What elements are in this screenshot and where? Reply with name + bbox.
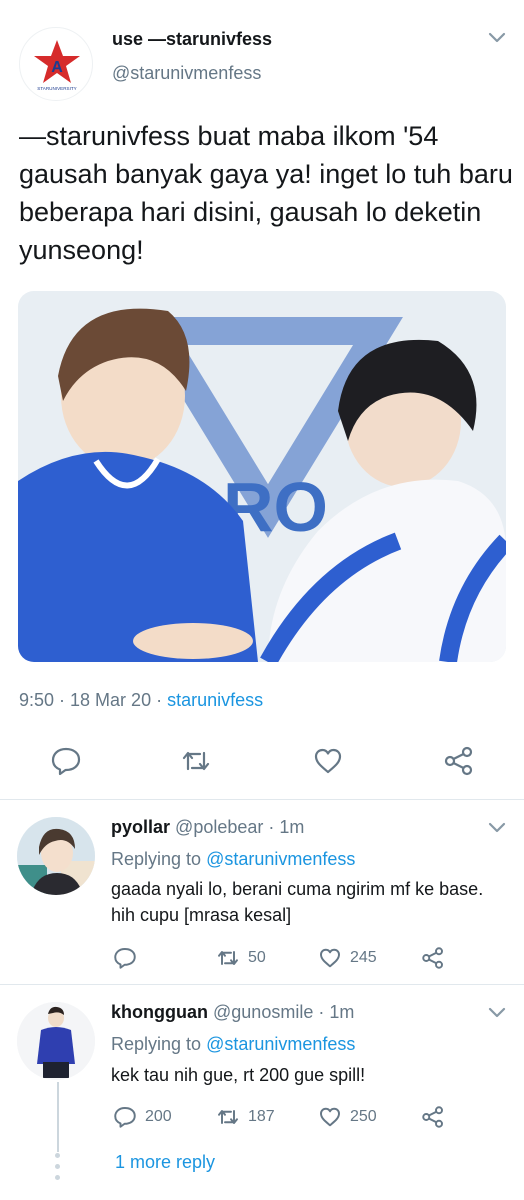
retweet-count: 50 bbox=[248, 949, 266, 966]
avatar[interactable] bbox=[17, 1002, 95, 1080]
replying-to: Replying to @starunivmenfess bbox=[111, 849, 355, 870]
retweet-icon[interactable] bbox=[180, 745, 212, 777]
share-icon[interactable] bbox=[443, 745, 475, 777]
tweet-source-link[interactable]: starunivfess bbox=[167, 690, 263, 710]
replying-to: Replying to @starunivmenfess bbox=[111, 1034, 355, 1055]
reply-tweet[interactable]: khongguan @gunosmile · 1m Replying to @s… bbox=[0, 985, 524, 1200]
reply-header: khongguan @gunosmile · 1m bbox=[111, 1002, 354, 1023]
reply-action[interactable] bbox=[113, 943, 145, 973]
avatar-caption: STARUNIVERSITY bbox=[37, 86, 76, 91]
display-name[interactable]: use —starunivfess bbox=[112, 29, 272, 50]
thread-line bbox=[57, 1082, 59, 1152]
like-action[interactable]: 250 bbox=[318, 1102, 377, 1132]
like-count: 245 bbox=[350, 949, 377, 966]
replying-prefix: Replying to bbox=[111, 1034, 207, 1054]
photo-illustration: RO bbox=[18, 291, 506, 662]
reply-icon bbox=[114, 948, 136, 969]
tweet-actions bbox=[0, 745, 524, 785]
reply-text: gaada nyali lo, berani cuma ngirim mf ke… bbox=[111, 879, 484, 925]
retweet-icon bbox=[218, 1110, 238, 1124]
share-icon bbox=[422, 947, 443, 969]
display-name[interactable]: pyollar bbox=[111, 817, 170, 837]
chevron-down-icon[interactable] bbox=[484, 818, 510, 838]
handle[interactable]: @starunivmenfess bbox=[112, 63, 261, 84]
share-action[interactable] bbox=[421, 1102, 453, 1132]
like-icon bbox=[320, 1107, 340, 1127]
reply-header: pyollar @polebear · 1m bbox=[111, 817, 304, 838]
svg-text:A: A bbox=[51, 59, 63, 76]
handle[interactable]: @polebear bbox=[175, 817, 263, 837]
reply-time: · 1m bbox=[313, 1002, 355, 1022]
avatar[interactable] bbox=[17, 817, 95, 895]
share-action[interactable] bbox=[421, 943, 453, 973]
replying-prefix: Replying to bbox=[111, 849, 207, 869]
star-logo-icon: A STARUNIVERSITY bbox=[34, 40, 80, 91]
like-icon bbox=[320, 948, 340, 968]
display-name[interactable]: khongguan bbox=[111, 1002, 208, 1022]
more-replies-link[interactable]: 1 more reply bbox=[115, 1152, 215, 1173]
chevron-down-icon[interactable] bbox=[484, 1003, 510, 1023]
like-action[interactable]: 245 bbox=[318, 943, 377, 973]
retweet-action[interactable]: 187 bbox=[216, 1102, 275, 1132]
avatar-image bbox=[17, 1002, 95, 1080]
replying-to-link[interactable]: @starunivmenfess bbox=[206, 849, 355, 869]
reply-icon bbox=[114, 1107, 136, 1128]
reply-text: kek tau nih gue, rt 200 gue spill! bbox=[111, 1065, 366, 1085]
reply-tweet[interactable]: pyollar @polebear · 1m Replying to @star… bbox=[0, 800, 524, 985]
avatar-image bbox=[17, 817, 95, 895]
avatar[interactable]: A STARUNIVERSITY bbox=[19, 27, 93, 101]
tweet-photo[interactable]: RO bbox=[18, 291, 506, 662]
main-tweet: A STARUNIVERSITY use —starunivfess @star… bbox=[0, 0, 524, 800]
tweet-time: 9:50 · 18 Mar 20 · bbox=[19, 690, 168, 710]
share-icon bbox=[422, 1106, 443, 1128]
retweet-icon bbox=[218, 951, 238, 965]
thread-dots bbox=[55, 1153, 61, 1186]
replying-to-link[interactable]: @starunivmenfess bbox=[206, 1034, 355, 1054]
tweet-timestamp: 9:50 · 18 Mar 20 · starunivfess bbox=[19, 690, 263, 711]
like-count: 250 bbox=[350, 1108, 377, 1125]
reply-action[interactable]: 200 bbox=[113, 1102, 172, 1132]
handle[interactable]: @gunosmile bbox=[213, 1002, 313, 1022]
reply-count: 200 bbox=[145, 1108, 172, 1125]
reply-icon[interactable] bbox=[50, 745, 82, 777]
reply-time: · 1m bbox=[263, 817, 305, 837]
like-icon[interactable] bbox=[312, 745, 344, 777]
retweet-action[interactable]: 50 bbox=[216, 943, 266, 973]
chevron-down-icon[interactable] bbox=[484, 28, 510, 48]
tweet-text: —starunivfess buat maba ilkom '54 gausah… bbox=[19, 121, 513, 265]
retweet-count: 187 bbox=[248, 1108, 275, 1125]
